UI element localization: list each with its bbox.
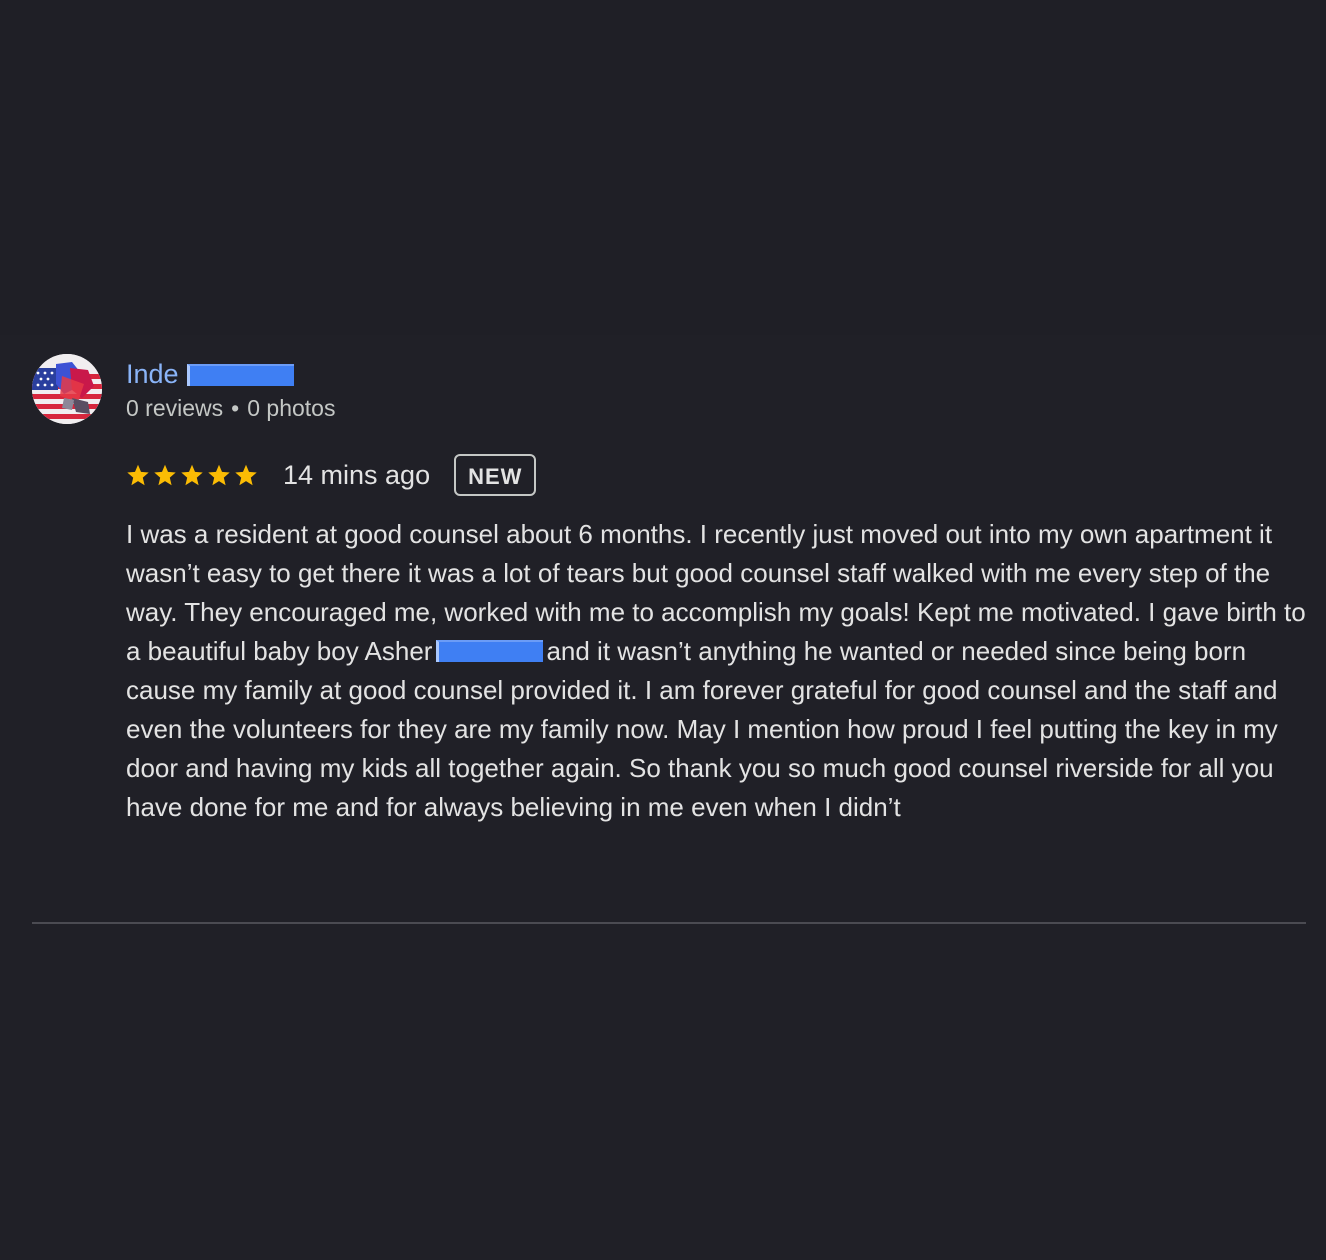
separator-dot: • (231, 395, 240, 421)
divider (32, 922, 1306, 924)
star-icon (154, 464, 176, 486)
star-icon (127, 464, 149, 486)
new-badge: NEW (454, 454, 537, 496)
reviewer-stats: 0 reviews • 0 photos (126, 393, 335, 423)
review-time: 14 mins ago (283, 459, 431, 490)
reviewer-name-link[interactable]: Inde (126, 357, 294, 391)
reviewer-name: Inde (126, 359, 179, 389)
avatar[interactable] (32, 354, 102, 424)
avatar-flag-image (32, 354, 102, 424)
rating-row: 14 mins ago NEW (126, 452, 537, 498)
star-icon (181, 464, 203, 486)
review-text: I was a resident at good counsel about 6… (126, 515, 1316, 827)
star-icon (208, 464, 230, 486)
redaction-box-inline (436, 640, 544, 662)
star-icon (235, 464, 257, 486)
star-rating (126, 463, 258, 487)
photo-count: 0 photos (247, 395, 336, 421)
redaction-box (186, 364, 294, 386)
top-blank-area (0, 0, 1326, 335)
review-count: 0 reviews (126, 395, 224, 421)
